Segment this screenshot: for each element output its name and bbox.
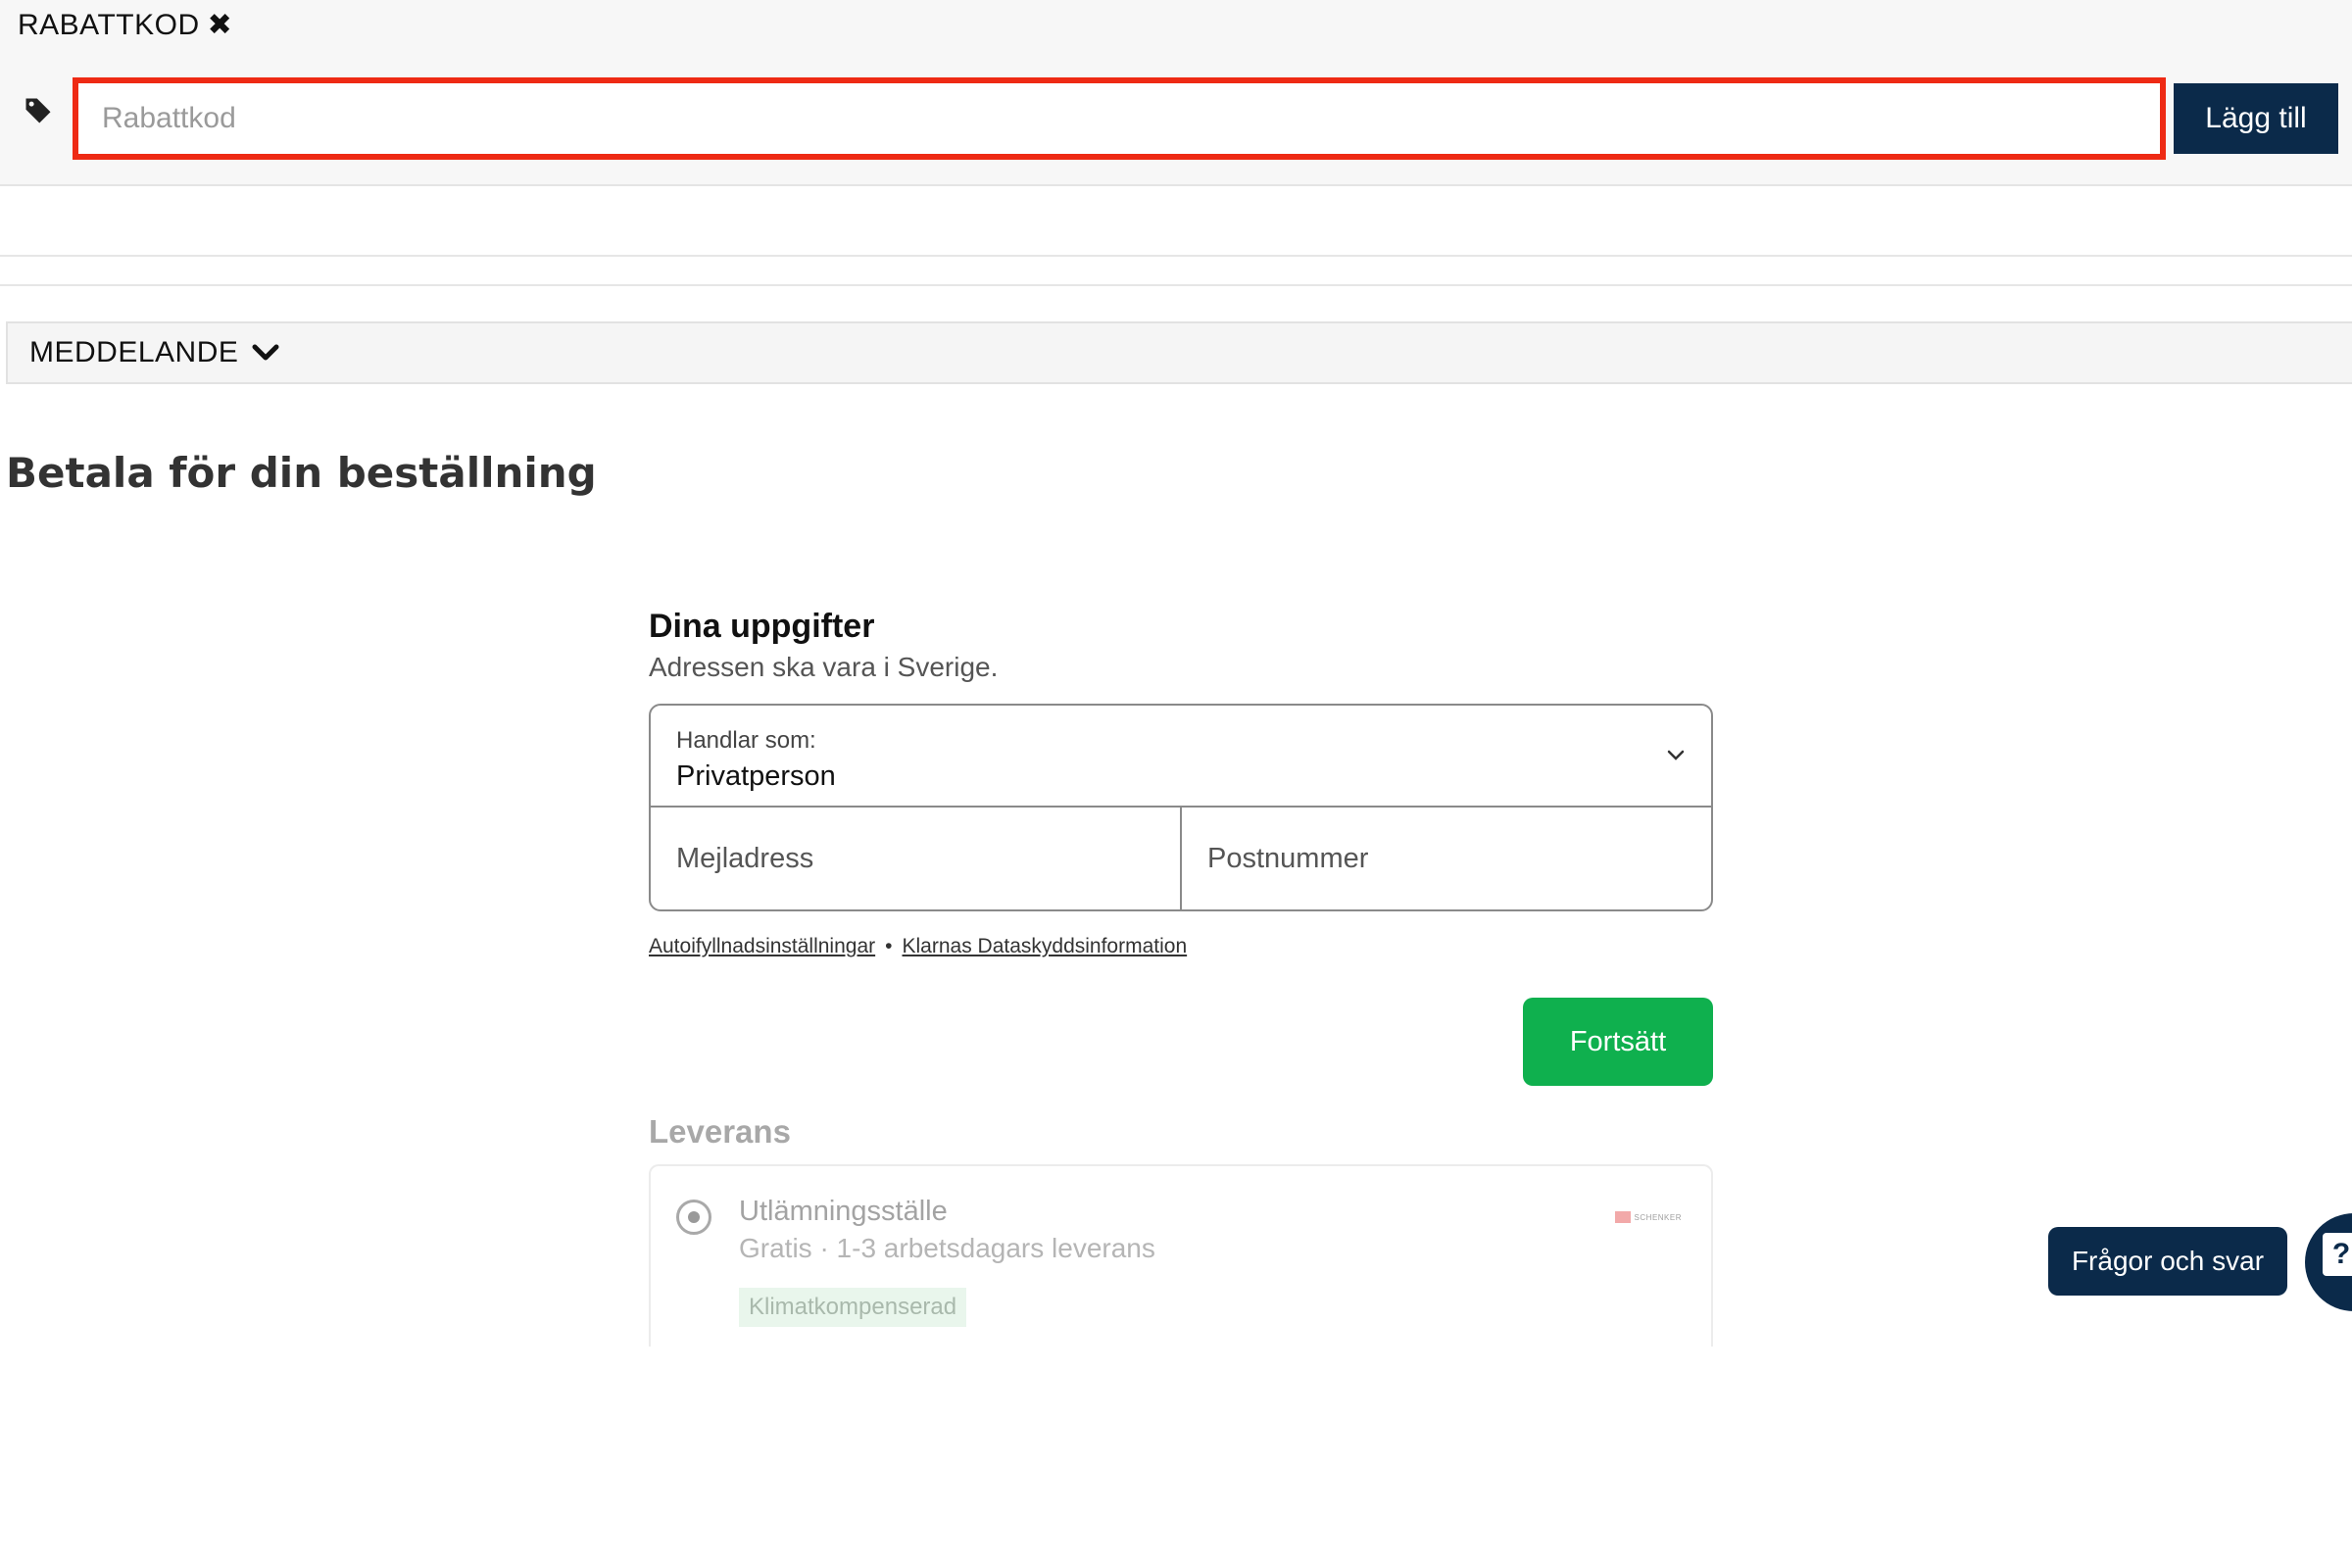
page-title: Betala för din beställning (6, 449, 597, 497)
klarna-panel: Dina uppgifter Adressen ska vara i Sveri… (649, 608, 1713, 1347)
delivery-option-pickup[interactable]: Utlämningsställe Gratis · 1-3 arbetsdaga… (649, 1164, 1713, 1347)
coupon-input[interactable] (78, 83, 2160, 154)
coupon-input-highlight (73, 77, 2166, 160)
email-field[interactable] (651, 808, 1180, 909)
faq-button[interactable]: Frågor och svar (2048, 1227, 2287, 1296)
coupon-header-label: RABATTKOD (18, 8, 200, 41)
privacy-link[interactable]: Klarnas Dataskyddsinformation (903, 935, 1188, 958)
autofill-settings-link[interactable]: Autoifyllnadsinställningar (649, 935, 875, 958)
details-title: Dina uppgifter (649, 608, 875, 645)
add-coupon-button[interactable]: Lägg till (2174, 83, 2338, 154)
coupon-section: RABATTKOD ✖ Lägg till (0, 0, 2352, 186)
delivery-option-subtitle: Gratis · 1-3 arbetsdagars leverans (739, 1233, 1155, 1263)
customer-type-select[interactable]: Handlar som: Privatperson (651, 706, 1711, 808)
close-icon[interactable]: ✖ (208, 8, 233, 42)
details-subtitle: Adressen ska vara i Sverige. (649, 652, 999, 682)
message-label: MEDDELANDE (29, 336, 239, 368)
chevron-down-icon (252, 344, 279, 361)
tag-icon (25, 98, 51, 123)
email-field-wrap (651, 808, 1182, 909)
radio-button[interactable] (676, 1200, 711, 1235)
link-separator: • (885, 935, 893, 957)
coupon-header[interactable]: RABATTKOD ✖ (18, 8, 232, 42)
climate-badge: Klimatkompenserad (739, 1288, 967, 1327)
divider (0, 255, 2352, 257)
carrier-name: SCHENKER (1634, 1212, 1682, 1222)
divider (0, 284, 2352, 286)
delivery-title: Leverans (649, 1113, 791, 1150)
chat-question-icon: ? (2323, 1233, 2352, 1276)
postcode-field-wrap (1182, 808, 1711, 909)
message-toggle[interactable]: MEDDELANDE (6, 321, 2352, 384)
form-links: Autoifyllnadsinställningar • Klarnas Dat… (649, 935, 1187, 958)
customer-type-value: Privatperson (676, 760, 836, 792)
postcode-field[interactable] (1182, 808, 1711, 909)
carrier-logo: SCHENKER (1614, 1211, 1682, 1223)
continue-button[interactable]: Fortsätt (1523, 998, 1713, 1086)
db-schenker-icon (1614, 1211, 1631, 1223)
chevron-down-icon (1667, 750, 1685, 760)
details-form: Handlar som: Privatperson (649, 704, 1713, 911)
delivery-option-title: Utlämningsställe (739, 1196, 948, 1227)
customer-type-label: Handlar som: (676, 727, 816, 754)
chat-launcher[interactable]: ? (2305, 1213, 2352, 1311)
